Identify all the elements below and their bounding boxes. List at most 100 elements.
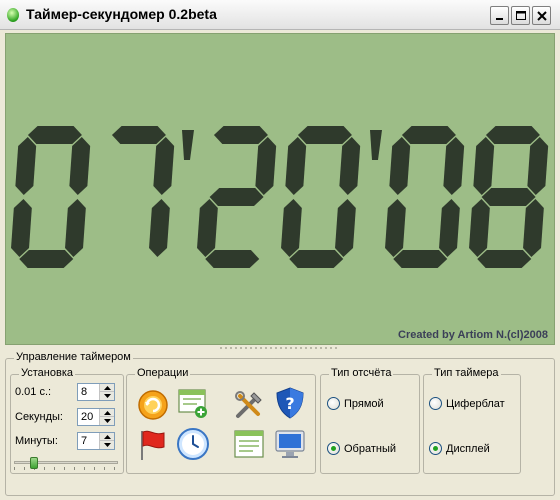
- seconds-spinner[interactable]: 20: [77, 408, 115, 426]
- segment-a: [297, 126, 352, 144]
- count-direct-radio[interactable]: Прямой: [327, 397, 384, 410]
- timer-type-group: Тип таймера: [423, 367, 521, 474]
- monitor-icon[interactable]: [273, 427, 307, 461]
- digit-3: [197, 126, 277, 268]
- segment-b: [339, 137, 361, 195]
- radio-circle[interactable]: [429, 442, 442, 455]
- setup-title: Установка: [19, 367, 75, 379]
- seconds-down-button[interactable]: [99, 417, 114, 425]
- count-type-group: Тип отсчёта: [320, 367, 420, 474]
- time-digits: [11, 126, 549, 268]
- segment-b: [69, 137, 91, 195]
- hundredths-label: 0.01 с.:: [15, 386, 52, 398]
- lcd-display: Created by Artiom N.(cl)2008: [5, 33, 555, 345]
- timer-display-radio[interactable]: Дисплей: [429, 442, 490, 455]
- clock-icon[interactable]: [176, 427, 210, 461]
- digit-4: [281, 126, 361, 268]
- credit-text: Created by Artiom N.(cl)2008: [398, 329, 548, 341]
- minutes-spinner[interactable]: 7: [77, 432, 115, 450]
- segment-c: [523, 199, 544, 257]
- close-icon: [537, 11, 547, 21]
- segment-e: [385, 199, 406, 257]
- close-button[interactable]: [532, 6, 551, 25]
- segment-c: [65, 199, 86, 257]
- count-reverse-radio[interactable]: Обратный: [327, 442, 396, 455]
- minimize-button[interactable]: [490, 6, 509, 25]
- segment-a: [27, 126, 82, 144]
- tools-icon[interactable]: [232, 388, 266, 422]
- digit-6: [469, 126, 549, 268]
- segment-g: [481, 188, 536, 206]
- count-direct-label: Прямой: [344, 397, 384, 410]
- segment-d: [289, 250, 344, 268]
- title-bar[interactable]: Таймер-секундомер 0.2beta: [0, 0, 560, 30]
- arrow-down-icon: [104, 443, 111, 447]
- minimize-icon: [496, 18, 503, 20]
- segment-d: [393, 250, 448, 268]
- segment-b: [527, 137, 549, 195]
- flag-icon[interactable]: [136, 428, 170, 462]
- arrow-down-icon: [104, 419, 111, 423]
- radio-circle[interactable]: [327, 397, 340, 410]
- segment-f: [285, 137, 307, 195]
- seconds-value: 20: [81, 411, 94, 423]
- seconds-up-button[interactable]: [99, 409, 114, 417]
- segment-d: [477, 250, 532, 268]
- start-icon[interactable]: [136, 388, 170, 422]
- timer-control-title: Управление таймером: [14, 351, 133, 363]
- segment-d: [205, 250, 260, 268]
- count-reverse-label: Обратный: [344, 442, 397, 455]
- hundredths-down-button[interactable]: [99, 392, 114, 400]
- segment-e: [281, 199, 302, 257]
- svg-text:?: ?: [285, 394, 294, 413]
- segment-f: [15, 137, 37, 195]
- hundredths-spinner[interactable]: 8: [77, 383, 115, 401]
- slider-thumb[interactable]: [30, 457, 38, 469]
- maximize-icon: [516, 11, 526, 20]
- timer-dial-radio[interactable]: Циферблат: [429, 397, 505, 410]
- window-list-icon[interactable]: [232, 427, 266, 461]
- segment-f: [389, 137, 411, 195]
- help-shield-icon[interactable]: ?: [273, 386, 307, 420]
- count-type-title: Тип отсчёта: [329, 367, 394, 379]
- segment-c: [439, 199, 460, 257]
- window-title: Таймер-секундомер 0.2beta: [26, 6, 217, 22]
- segment-a: [401, 126, 456, 144]
- seconds-label: Секунды:: [15, 411, 63, 423]
- timer-display-label: Дисплей: [446, 442, 490, 455]
- timer-dial-label: Циферблат: [446, 397, 505, 410]
- segment-c: [149, 199, 170, 257]
- hundredths-up-button[interactable]: [99, 384, 114, 392]
- minutes-value: 7: [81, 435, 88, 447]
- segment-d: [19, 250, 74, 268]
- operations-title: Операции: [135, 367, 191, 379]
- segment-a: [213, 126, 268, 144]
- segment-b: [153, 137, 175, 195]
- segment-g: [209, 188, 264, 206]
- segment-c: [335, 199, 356, 257]
- arrow-up-icon: [104, 411, 111, 415]
- hundredths-value: 8: [81, 386, 88, 398]
- segment-e: [469, 199, 490, 257]
- segment-e: [11, 199, 32, 257]
- segment-a: [485, 126, 540, 144]
- timer-type-title: Тип таймера: [432, 367, 501, 379]
- segment-e: [197, 199, 218, 257]
- minutes-label: Минуты:: [15, 435, 58, 447]
- segment-a: [111, 126, 166, 144]
- app-icon: [7, 8, 19, 22]
- minutes-down-button[interactable]: [99, 441, 114, 449]
- minutes-up-button[interactable]: [99, 433, 114, 441]
- maximize-button[interactable]: [511, 6, 530, 25]
- separator-2: [370, 130, 382, 160]
- digit-5: [385, 126, 465, 268]
- digit-1: [11, 126, 91, 268]
- arrow-down-icon: [104, 394, 111, 398]
- segment-b: [255, 137, 277, 195]
- radio-circle[interactable]: [429, 397, 442, 410]
- segment-f: [473, 137, 495, 195]
- add-window-icon[interactable]: [176, 386, 210, 420]
- radio-circle[interactable]: [327, 442, 340, 455]
- setup-slider[interactable]: [14, 457, 118, 471]
- arrow-up-icon: [104, 386, 111, 390]
